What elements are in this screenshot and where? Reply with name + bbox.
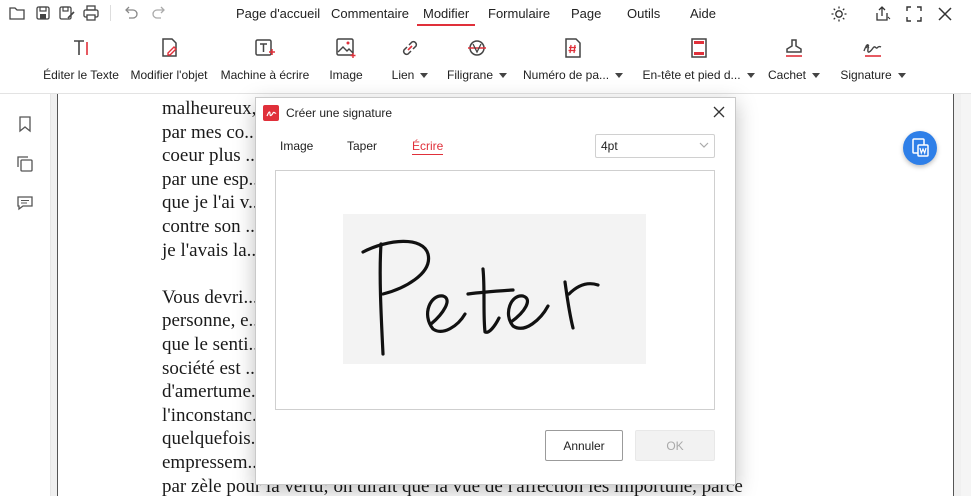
page-number-icon [565, 38, 581, 58]
tab-image[interactable]: Image [280, 139, 313, 153]
edit-object-label: Modifier l'objet [130, 68, 208, 82]
text-line: quelquefois... [162, 428, 265, 450]
save-icon[interactable] [34, 4, 52, 22]
folder-icon[interactable] [8, 4, 26, 22]
watermark-label: Filigrane [446, 68, 508, 82]
close-icon[interactable] [712, 105, 726, 119]
page-number-text: Numéro de pa... [522, 68, 610, 82]
typewriter-button[interactable]: Machine à écrire [220, 36, 310, 88]
convert-to-word-button[interactable] [903, 131, 937, 165]
save-as-icon[interactable] [58, 4, 76, 22]
page-number-label: Numéro de pa... [522, 68, 624, 82]
tab-ecrire[interactable]: Écrire [412, 139, 444, 155]
chevron-down-icon [499, 73, 508, 78]
fullscreen-icon[interactable] [905, 5, 923, 23]
handwritten-signature [361, 239, 600, 356]
link-button[interactable]: Lien [388, 36, 432, 88]
signature-button[interactable]: Signature [840, 36, 906, 88]
header-footer-icon [690, 38, 707, 58]
signature-draw-area[interactable] [275, 170, 715, 410]
image-button[interactable]: Image [326, 36, 366, 88]
text-cursor-icon [74, 40, 88, 55]
header-footer-button[interactable]: En-tête et pied d... [640, 36, 757, 88]
chevron-down-icon [897, 73, 906, 78]
edit-text-button[interactable]: Éditer le Texte [43, 36, 119, 88]
menu-aide[interactable]: Aide [690, 6, 716, 21]
menu-modifier[interactable]: Modifier [416, 6, 476, 26]
chevron-down-icon [746, 73, 755, 78]
chevron-down-icon [699, 142, 709, 148]
page-number-button[interactable]: Numéro de pa... [522, 36, 624, 88]
link-label: Lien [392, 68, 429, 82]
bookmark-icon[interactable] [16, 115, 34, 133]
edit-object-button[interactable]: Modifier l'objet [126, 36, 212, 88]
edit-text-label: Éditer le Texte [43, 68, 119, 82]
signature-label: Signature [840, 68, 906, 82]
watermark-text: Filigrane [446, 68, 494, 82]
cancel-button[interactable]: Annuler [545, 430, 623, 461]
app-logo-icon [263, 105, 279, 121]
image-label: Image [329, 68, 363, 82]
signature-icon [863, 44, 882, 57]
text-line: je l'avais la... [162, 239, 261, 261]
typewriter-icon [255, 39, 275, 56]
watermark-icon [468, 40, 486, 56]
redo-icon[interactable] [150, 4, 168, 22]
dialog-title-bar: Créer une signature [256, 98, 735, 128]
header-footer-text: En-tête et pied d... [642, 68, 741, 82]
signature-text: Signature [840, 68, 892, 82]
stamp-text: Cachet [767, 68, 807, 82]
header-footer-label: En-tête et pied d... [642, 68, 755, 82]
menu-formulaire[interactable]: Formulaire [488, 6, 550, 21]
link-text: Lien [391, 68, 415, 82]
chevron-down-icon [812, 73, 821, 78]
menu-page[interactable]: Page [571, 6, 601, 21]
ok-button[interactable]: OK [635, 430, 715, 461]
close-icon[interactable] [936, 5, 954, 23]
edit-object-icon [162, 38, 177, 57]
create-signature-dialog: Créer une signature Image Taper Écrire 4… [255, 97, 736, 485]
menu-outils[interactable]: Outils [627, 6, 660, 21]
separator [110, 5, 111, 21]
signature-preview [343, 214, 646, 364]
menu-commentaire[interactable]: Commentaire [331, 6, 409, 21]
typewriter-label: Machine à écrire [220, 68, 310, 82]
sun-icon[interactable] [830, 5, 848, 23]
dialog-title: Créer une signature [286, 106, 393, 120]
pages-icon[interactable] [16, 155, 34, 173]
link-icon [402, 40, 418, 56]
stamp-button[interactable]: Cachet [767, 36, 821, 88]
convert-to-word-icon [912, 138, 929, 157]
stamp-label: Cachet [767, 68, 821, 82]
chevron-down-icon [615, 73, 624, 78]
stamp-icon [786, 39, 802, 57]
tab-taper[interactable]: Taper [347, 139, 377, 153]
pen-size-select[interactable]: 4pt [595, 134, 715, 158]
chevron-down-icon [420, 73, 429, 78]
ribbon-toolbar: Éditer le Texte Modifier l'objet Machine… [0, 27, 971, 94]
undo-icon[interactable] [122, 4, 140, 22]
vertical-scrollbar[interactable] [961, 94, 971, 496]
print-icon[interactable] [82, 4, 100, 22]
menu-page-accueil[interactable]: Page d'accueil [236, 6, 320, 21]
left-sidebar [0, 94, 51, 496]
comment-icon[interactable] [16, 194, 34, 212]
share-icon[interactable] [873, 5, 891, 23]
pen-size-value: 4pt [601, 139, 618, 153]
menu-bar: Page d'accueil Commentaire Modifier Form… [0, 0, 971, 27]
watermark-button[interactable]: Filigrane [446, 36, 508, 88]
image-icon [336, 38, 356, 58]
